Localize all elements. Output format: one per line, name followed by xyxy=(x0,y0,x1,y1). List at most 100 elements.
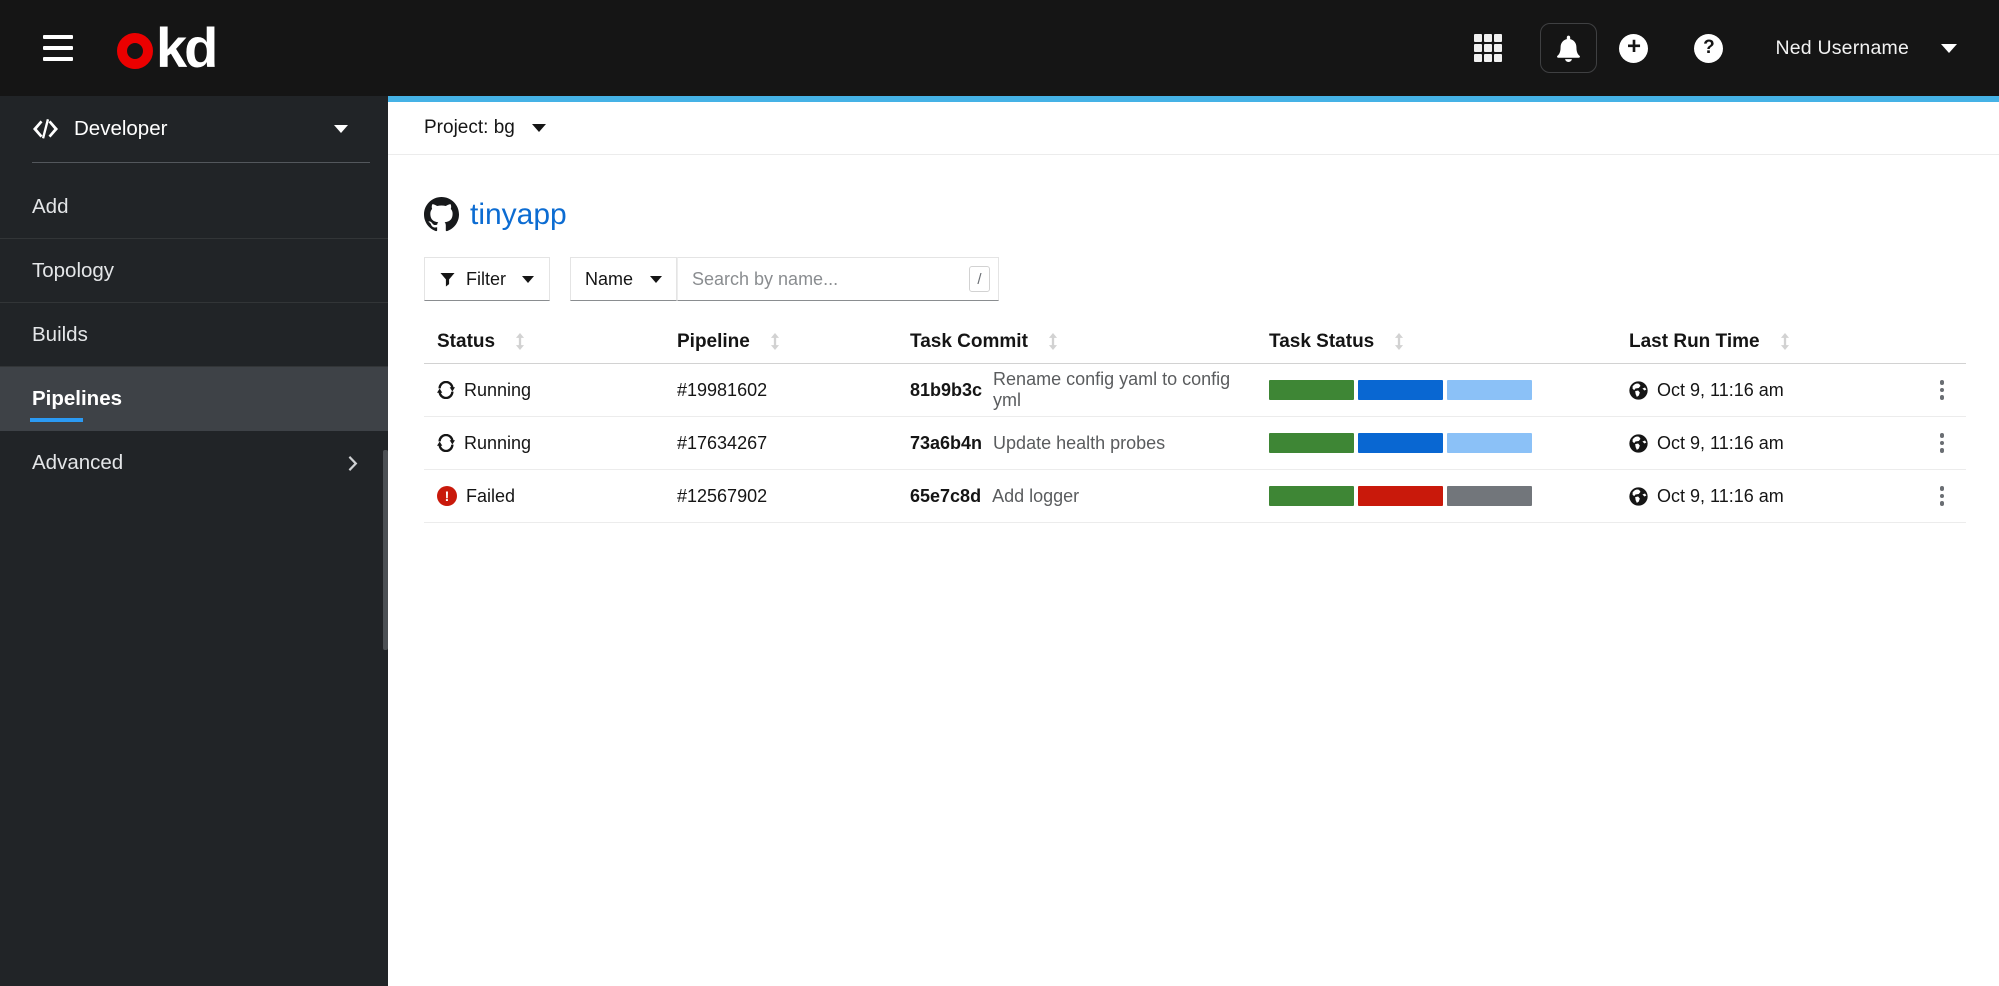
project-selector[interactable]: Project: bg xyxy=(388,102,1999,155)
sort-icon[interactable] xyxy=(1048,333,1058,350)
sidebar-item-pipelines[interactable]: Pipelines xyxy=(0,367,388,431)
sort-icon[interactable] xyxy=(1780,333,1790,350)
sort-icon[interactable] xyxy=(515,333,525,350)
caret-down-icon xyxy=(650,275,662,283)
task-status-bars xyxy=(1269,486,1532,506)
status-cell: Running xyxy=(424,380,664,401)
caret-down-icon xyxy=(1941,43,1957,53)
error-exclamation-icon xyxy=(437,486,457,506)
main-content: Project: bg tinyapp Filter Name / xyxy=(388,96,1999,986)
globe-icon xyxy=(1629,486,1648,506)
globe-icon xyxy=(1629,380,1648,400)
sidebar-nav: Developer Add Topology Builds Pipelines … xyxy=(0,96,388,986)
filter-dropdown[interactable]: Filter xyxy=(424,257,550,301)
notifications-button[interactable] xyxy=(1540,23,1598,73)
column-header-status[interactable]: Status xyxy=(424,331,664,353)
column-header-pipeline[interactable]: Pipeline xyxy=(664,331,897,353)
masthead-actions: + ? Ned Username xyxy=(1474,23,1957,73)
search-field: / xyxy=(677,257,999,301)
active-indicator xyxy=(30,418,83,422)
last-run-time-cell: Oct 9, 11:16 am xyxy=(1616,380,1907,401)
sidebar-scrollbar[interactable] xyxy=(383,450,388,650)
project-label: Project: bg xyxy=(424,117,515,138)
app-launcher-button[interactable] xyxy=(1474,34,1503,62)
task-status-cell xyxy=(1256,433,1616,453)
attribute-label: Name xyxy=(585,268,634,289)
table-row: Running #17634267 73a6b4n Update health … xyxy=(424,417,1966,470)
pipeline-run-cell: #19981602 xyxy=(677,379,768,400)
task-segment xyxy=(1447,380,1532,400)
search-input[interactable] xyxy=(677,257,999,301)
grid-icon xyxy=(1474,34,1503,62)
sidebar-item-builds[interactable]: Builds xyxy=(0,303,388,367)
attribute-dropdown[interactable]: Name xyxy=(570,257,677,301)
filter-icon xyxy=(440,272,455,286)
sync-icon xyxy=(437,434,455,452)
task-segment xyxy=(1269,433,1354,453)
task-commit-cell: 81b9b3c Rename config yaml to config yml xyxy=(910,369,1231,410)
column-header-task-commit[interactable]: Task Commit xyxy=(897,331,1256,353)
github-icon xyxy=(424,197,459,232)
task-status-cell xyxy=(1256,486,1616,506)
sidebar-item-topology[interactable]: Topology xyxy=(0,239,388,303)
last-run-time-cell: Oct 9, 11:16 am xyxy=(1616,486,1907,507)
sort-icon[interactable] xyxy=(770,333,780,350)
task-segment xyxy=(1358,486,1443,506)
last-run-time-cell: Oct 9, 11:16 am xyxy=(1616,433,1907,454)
pipeline-run-cell: #17634267 xyxy=(677,432,768,453)
caret-down-icon xyxy=(334,125,348,133)
caret-down-icon xyxy=(531,124,546,132)
task-status-bars xyxy=(1269,433,1532,453)
table-row: Failed #12567902 65e7c8d Add logger xyxy=(424,470,1966,523)
nav-list: Add Topology Builds Pipelines Advanced xyxy=(0,175,388,495)
menu-toggle-icon[interactable] xyxy=(43,35,73,61)
task-segment xyxy=(1269,380,1354,400)
bell-icon xyxy=(1557,35,1581,62)
row-actions-kebab[interactable] xyxy=(1936,429,1949,457)
row-actions-kebab[interactable] xyxy=(1936,376,1949,404)
sort-icon[interactable] xyxy=(1394,333,1404,350)
table-row: Running #19981602 81b9b3c Rename config … xyxy=(424,364,1966,417)
pipeline-run-cell: #12567902 xyxy=(677,485,768,506)
plus-circle-icon: + xyxy=(1619,33,1649,63)
column-header-last-run-time[interactable]: Last Run Time xyxy=(1616,331,1907,353)
task-status-bars xyxy=(1269,380,1532,400)
perspective-switcher[interactable]: Developer xyxy=(0,96,388,162)
user-menu[interactable]: Ned Username xyxy=(1775,37,1957,60)
keyboard-shortcut-badge: / xyxy=(969,266,990,292)
okd-logo[interactable]: kd xyxy=(117,16,218,80)
logo-o-ring xyxy=(117,33,153,69)
perspective-label: Developer xyxy=(74,117,168,140)
sync-icon xyxy=(437,381,455,399)
code-icon xyxy=(33,119,58,139)
globe-icon xyxy=(1629,433,1648,453)
sidebar-item-add[interactable]: Add xyxy=(0,175,388,239)
pipeline-runs-table: Status Pipeline Task Commit Task Status … xyxy=(424,320,1966,523)
chevron-right-icon xyxy=(348,455,358,471)
create-button[interactable]: + xyxy=(1619,33,1649,63)
row-actions-kebab[interactable] xyxy=(1936,482,1949,510)
page-title: tinyapp xyxy=(424,197,1999,232)
task-status-cell xyxy=(1256,380,1616,400)
task-segment xyxy=(1358,433,1443,453)
caret-down-icon xyxy=(522,275,534,283)
task-segment xyxy=(1269,486,1354,506)
username: Ned Username xyxy=(1775,36,1909,59)
task-commit-cell: 73a6b4n Update health probes xyxy=(910,432,1166,453)
toolbar: Filter Name / xyxy=(424,257,1999,301)
task-segment xyxy=(1447,486,1532,506)
task-segment xyxy=(1447,433,1532,453)
status-cell: Running xyxy=(424,433,664,454)
table-header-row: Status Pipeline Task Commit Task Status … xyxy=(424,320,1966,364)
help-button[interactable]: ? xyxy=(1694,33,1724,63)
pipeline-name-link[interactable]: tinyapp xyxy=(470,198,567,232)
question-circle-icon: ? xyxy=(1694,33,1724,63)
task-segment xyxy=(1358,380,1443,400)
filter-label: Filter xyxy=(466,268,506,289)
sidebar-divider xyxy=(32,162,370,163)
logo-kd-text: kd xyxy=(156,16,218,80)
column-header-task-status[interactable]: Task Status xyxy=(1256,331,1616,353)
masthead: kd + ? Ned Username xyxy=(0,0,1999,96)
sidebar-item-advanced[interactable]: Advanced xyxy=(0,431,388,495)
status-cell: Failed xyxy=(424,486,664,507)
